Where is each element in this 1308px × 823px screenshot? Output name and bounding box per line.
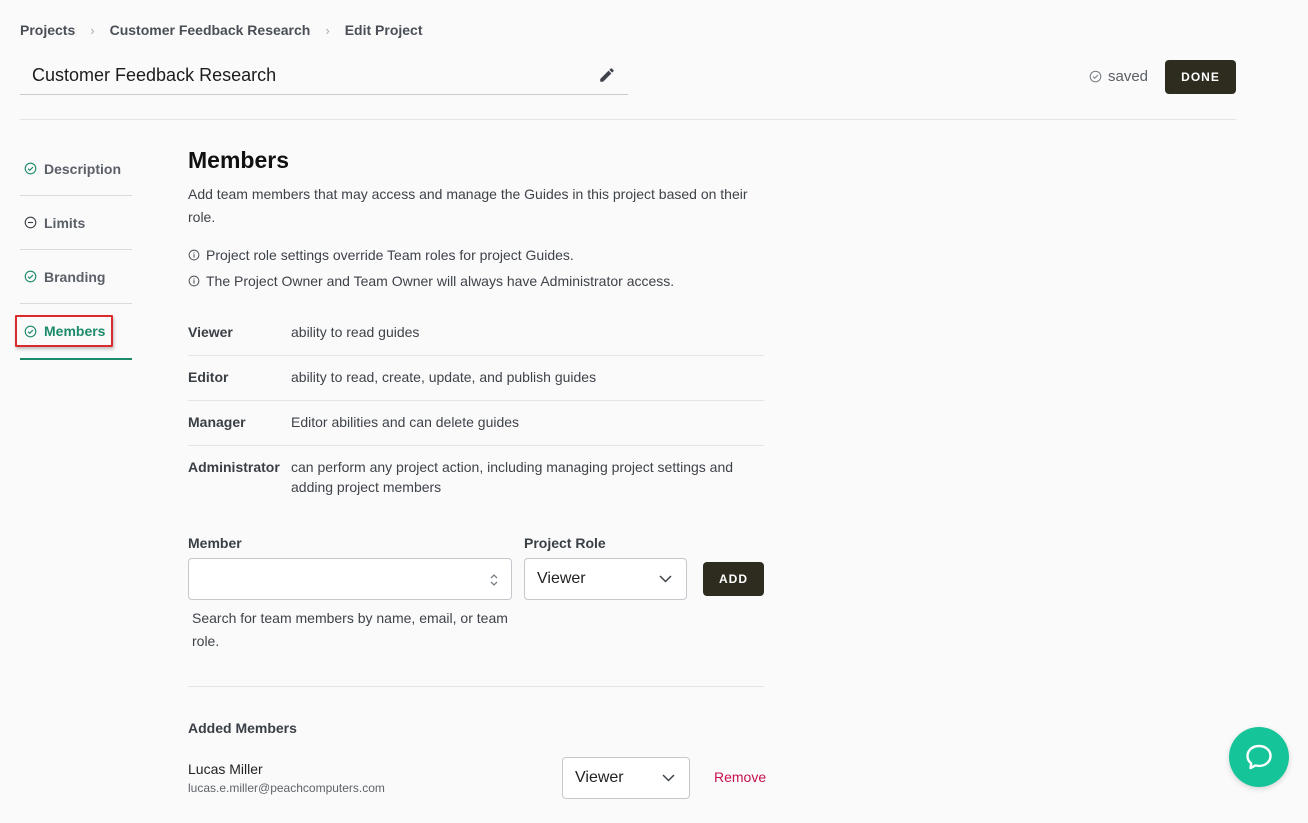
role-row: Manager Editor abilities and can delete … [188,412,764,446]
role-name: Viewer [188,324,233,340]
breadcrumb-separator-icon: › [90,22,95,38]
sidebar-item-branding[interactable]: Branding [20,250,132,304]
breadcrumb-projects[interactable]: Projects [20,22,75,38]
breadcrumb-separator-icon: › [325,22,330,38]
section-divider [188,686,764,687]
breadcrumb: Projects › Customer Feedback Research › … [20,22,423,38]
sidebar-item-label: Limits [44,214,86,231]
check-circle-icon [24,270,37,283]
chevron-down-icon [662,774,675,782]
member-search-input[interactable] [188,558,512,600]
role-description: ability to read guides [291,324,420,340]
check-circle-icon [24,162,37,175]
member-email: lucas.e.miller@peachcomputers.com [188,781,385,795]
role-description: Editor abilities and can delete guides [291,414,520,430]
header-divider [20,119,1236,120]
project-role-label: Project Role [524,535,606,551]
pencil-icon[interactable] [598,66,616,84]
member-name: Lucas Miller [188,761,263,777]
role-description: can perform any project action, includin… [291,459,734,495]
role-name: Administrator [188,459,280,475]
breadcrumb-project[interactable]: Customer Feedback Research [110,22,311,38]
member-label: Member [188,535,242,551]
info-note: Project role settings override Team role… [188,247,574,263]
added-members-heading: Added Members [188,720,297,736]
sidebar-item-label: Branding [44,268,106,285]
role-name: Editor [188,369,229,385]
saved-status: saved [1089,68,1148,85]
member-role-value: Viewer [575,769,624,786]
breadcrumb-current: Edit Project [344,22,423,38]
chat-bubble-icon [1246,744,1272,770]
role-row: Editor ability to read, create, update, … [188,367,764,401]
project-title-field[interactable]: Customer Feedback Research [20,58,628,95]
member-help-text: Search for team members by name, email, … [192,610,508,649]
role-row: Administrator can perform any project ac… [188,457,764,501]
member-role-select[interactable]: Viewer [562,757,690,799]
sidebar-item-limits[interactable]: Limits [20,196,132,250]
info-icon [188,275,200,287]
chevron-down-icon [659,575,672,583]
chat-widget-button[interactable] [1229,727,1289,787]
minus-circle-icon [24,216,37,229]
project-role-value: Viewer [537,570,586,587]
sidebar-item-label: Description [44,160,122,177]
project-role-select[interactable]: Viewer [524,558,687,600]
role-description: ability to read, create, update, and pub… [291,369,597,385]
project-title: Customer Feedback Research [32,65,277,85]
add-member-button[interactable]: ADD [703,562,764,596]
sidebar-item-description[interactable]: Description [20,142,132,196]
role-row: Viewer ability to read guides [188,322,764,356]
section-description: Add team members that may access and man… [188,186,748,225]
highlight-box [15,315,113,347]
chevron-up-down-icon [490,574,498,586]
info-icon [188,249,200,261]
done-button[interactable]: DONE [1165,60,1236,94]
check-circle-icon [1089,70,1102,83]
role-name: Manager [188,414,246,430]
remove-member-link[interactable]: Remove [714,769,766,785]
saved-label: saved [1108,68,1149,85]
info-note: The Project Owner and Team Owner will al… [188,273,674,289]
section-heading: Members [188,147,289,173]
